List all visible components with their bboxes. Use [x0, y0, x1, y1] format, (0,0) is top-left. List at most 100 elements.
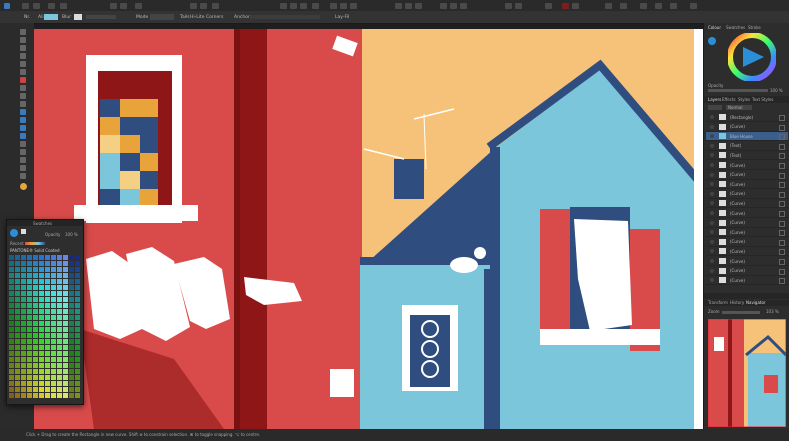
layer-checkbox[interactable] [779, 143, 785, 150]
layer-row[interactable]: (Curve) [706, 199, 788, 209]
swatch-cell[interactable] [63, 267, 69, 273]
swatch-cell[interactable] [9, 357, 15, 363]
zoom-tool-icon[interactable] [20, 173, 26, 179]
swatch-cell[interactable] [45, 285, 51, 291]
swatch-cell[interactable] [27, 369, 33, 375]
fill-stroke-well-icon[interactable] [20, 183, 27, 190]
layer-row[interactable]: (Curve) [706, 209, 788, 218]
swatch-cell[interactable] [9, 291, 15, 297]
swatch-cell[interactable] [33, 255, 39, 261]
swatch-cell[interactable] [75, 315, 81, 321]
swatch-cell[interactable] [21, 387, 27, 393]
swatch-cell[interactable] [39, 375, 45, 381]
node-tool-icon[interactable] [20, 37, 26, 43]
swatch-cell[interactable] [57, 345, 63, 351]
swatch-cell[interactable] [15, 381, 21, 387]
swatch-cell[interactable] [75, 387, 81, 393]
layer-visibility-icon[interactable] [710, 191, 714, 196]
swatch-cell[interactable] [15, 345, 21, 351]
layer-checkbox[interactable] [779, 153, 785, 160]
swatch-cell[interactable] [45, 261, 51, 267]
move-tool-icon[interactable] [20, 29, 26, 35]
swatch-cell[interactable] [9, 369, 15, 375]
swatch-cell[interactable] [39, 381, 45, 387]
swatch-cell[interactable] [9, 273, 15, 279]
swatch-cell[interactable] [57, 303, 63, 309]
layer-visibility-icon[interactable] [710, 153, 714, 158]
swatch-cell[interactable] [57, 375, 63, 381]
swatch-cell[interactable] [75, 285, 81, 291]
swatch-cell[interactable] [69, 255, 75, 261]
swatch-cell[interactable] [27, 387, 33, 393]
transparency-tool-icon[interactable] [20, 85, 26, 91]
swatch-cell[interactable] [69, 363, 75, 369]
swatch-cell[interactable] [45, 363, 51, 369]
recent-swatches[interactable] [25, 242, 45, 245]
swatch-cell[interactable] [51, 315, 57, 321]
swatch-cell[interactable] [27, 267, 33, 273]
swatch-cell[interactable] [69, 387, 75, 393]
tab-history[interactable]: History [730, 300, 744, 305]
swatch-cell[interactable] [9, 315, 15, 321]
swatch-cell[interactable] [51, 279, 57, 285]
swatch-cell[interactable] [15, 291, 21, 297]
boolean-add-icon[interactable] [280, 3, 287, 9]
swatch-cell[interactable] [75, 303, 81, 309]
navigator-preview[interactable] [708, 319, 786, 427]
swatch-cell[interactable] [39, 321, 45, 327]
swatch-cell[interactable] [45, 375, 51, 381]
swatch-cell[interactable] [9, 345, 15, 351]
color-picker-tool-icon[interactable] [20, 157, 26, 163]
view-tool-icon[interactable] [20, 165, 26, 171]
swatch-cell[interactable] [9, 267, 15, 273]
swatch-cell[interactable] [51, 291, 57, 297]
swatch-cell[interactable] [75, 309, 81, 315]
swatch-cell[interactable] [57, 291, 63, 297]
swatch-cell[interactable] [63, 333, 69, 339]
swatch-cell[interactable] [75, 297, 81, 303]
swatch-cell[interactable] [33, 315, 39, 321]
swatch-cell[interactable] [57, 357, 63, 363]
swatch-cell[interactable] [15, 327, 21, 333]
swatch-cell[interactable] [9, 255, 15, 261]
layer-visibility-icon[interactable] [710, 182, 714, 187]
swatch-cell[interactable] [21, 339, 27, 345]
canvas[interactable] [34, 29, 703, 429]
swatch-cell[interactable] [39, 291, 45, 297]
swatch-cell[interactable] [51, 273, 57, 279]
swatch-cell[interactable] [51, 381, 57, 387]
layer-visibility-icon[interactable] [710, 211, 714, 215]
crop-tool-icon[interactable] [20, 93, 26, 99]
swatch-cell[interactable] [75, 291, 81, 297]
layer-visibility-icon[interactable] [710, 143, 714, 148]
swatch-cell[interactable] [27, 339, 33, 345]
swatch-cell[interactable] [15, 303, 21, 309]
swatch-cell[interactable] [33, 291, 39, 297]
swatch-cell[interactable] [75, 393, 81, 399]
swatch-cell[interactable] [27, 357, 33, 363]
swatch-cell[interactable] [9, 351, 15, 357]
swatch-cell[interactable] [21, 345, 27, 351]
swatch-cell[interactable] [33, 333, 39, 339]
swatch-cell[interactable] [45, 333, 51, 339]
swatch-cell[interactable] [75, 327, 81, 333]
swatch-cell[interactable] [51, 351, 57, 357]
fill-color-well[interactable] [44, 14, 58, 20]
swatch-cell[interactable] [57, 351, 63, 357]
swatch-cell[interactable] [57, 321, 63, 327]
swatch-cell[interactable] [69, 303, 75, 309]
tab-layers[interactable]: Layers [708, 97, 721, 102]
layer-row[interactable]: (Curve) [706, 190, 788, 199]
layer-row[interactable]: (Curve) [706, 247, 788, 257]
swatch-cell[interactable] [33, 369, 39, 375]
place-tool-icon[interactable] [20, 101, 26, 107]
swatch-cell[interactable] [57, 261, 63, 267]
swatch-cell[interactable] [15, 273, 21, 279]
layer-checkbox[interactable] [779, 163, 785, 169]
layer-checkbox[interactable] [779, 115, 785, 121]
layer-visibility-icon[interactable] [710, 239, 714, 244]
flip-icon[interactable] [340, 3, 347, 9]
swatch-cell[interactable] [45, 393, 51, 399]
layer-checkbox[interactable] [779, 278, 785, 285]
tab-effects[interactable]: Effects [722, 97, 736, 102]
